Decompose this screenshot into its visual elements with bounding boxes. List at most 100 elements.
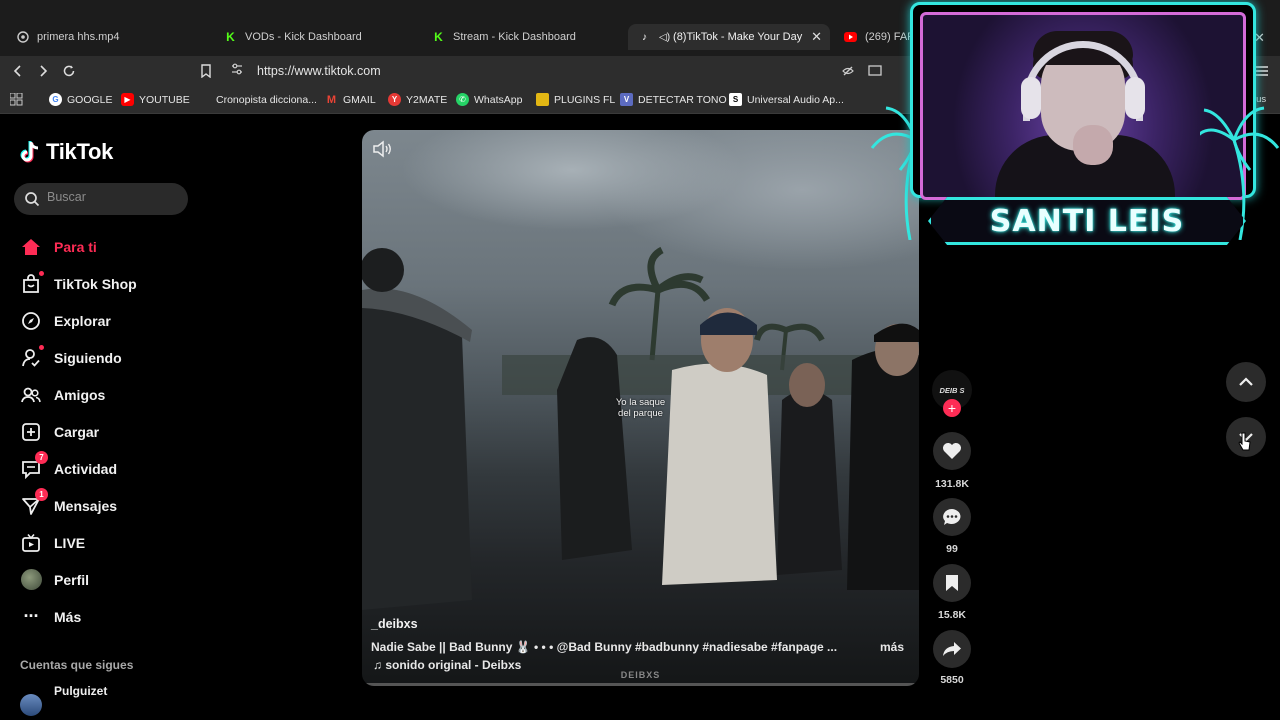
tab-title: VODs - Kick Dashboard: [245, 31, 362, 43]
heart-icon: [943, 443, 961, 459]
following-account[interactable]: Pulguizet: [20, 682, 107, 716]
messages-icon: 1: [20, 487, 48, 517]
y2mate-icon: Y: [388, 93, 401, 106]
bookmark-icon: [201, 64, 211, 78]
caption-more-link[interactable]: más: [880, 640, 904, 654]
save-button[interactable]: [933, 564, 971, 602]
previous-video-button[interactable]: [1226, 362, 1266, 402]
friends-icon: [20, 384, 42, 406]
bookmark-y2mate[interactable]: Y Y2MATE: [388, 93, 447, 106]
like-count: 131.8K: [935, 478, 969, 490]
universal-audio-icon: S: [729, 93, 742, 106]
gmail-icon: M: [326, 93, 337, 106]
save-count: 15.8K: [937, 609, 967, 621]
video-author[interactable]: _deibxs: [371, 617, 911, 631]
follow-button[interactable]: +: [943, 399, 961, 417]
messages-badge: 1: [35, 487, 48, 501]
folder-icon: [536, 93, 549, 106]
sidebar-item-explorar[interactable]: Explorar: [20, 302, 200, 339]
sidebar-item-para-ti[interactable]: Para ti: [20, 228, 200, 265]
search-icon: [24, 191, 40, 212]
streamer-name: SANTI LEIS: [989, 203, 1185, 239]
tab-title: Stream - Kick Dashboard: [453, 31, 576, 43]
reload-button[interactable]: [59, 61, 79, 81]
video-player[interactable]: Yo la saque del parque DEIBXS: [362, 130, 919, 686]
volume-icon[interactable]: [372, 140, 394, 163]
kick-icon: K: [434, 30, 443, 44]
sidebar-nav: Para ti TikTok Shop Explorar Siguiendo A…: [20, 228, 200, 635]
back-button[interactable]: [8, 61, 28, 81]
share-button[interactable]: [933, 630, 971, 668]
brand-name: TikTok: [46, 139, 114, 164]
like-button[interactable]: [933, 432, 971, 470]
no-tracking-icon[interactable]: [838, 61, 858, 81]
search-input[interactable]: [47, 190, 177, 204]
share-icon: [943, 642, 961, 656]
address-bar[interactable]: https://www.tiktok.com: [224, 58, 924, 84]
youtube-icon: [844, 31, 857, 44]
bookmark-whatsapp[interactable]: ✆ WhatsApp: [456, 93, 522, 106]
bookmark-detectar-tono[interactable]: V DETECTAR TONO: [620, 93, 727, 106]
bookmark-youtube[interactable]: ▶ YOUTUBE: [121, 93, 190, 106]
comment-button[interactable]: [933, 498, 971, 536]
following-section-title: Cuentas que sigues: [20, 658, 134, 672]
sidebar-item-mensajes[interactable]: 1 Mensajes: [20, 487, 200, 524]
youtube-icon: ▶: [121, 93, 134, 106]
chevron-up-icon: [1239, 377, 1253, 386]
bookmark-google[interactable]: G GOOGLE: [49, 93, 113, 106]
activity-icon: 7: [20, 450, 48, 480]
sidebar-item-cargar[interactable]: Cargar: [20, 413, 200, 450]
account-name: Pulguizet: [54, 684, 108, 698]
tab-title: primera hhs.mp4: [37, 31, 120, 43]
sidebar-item-amigos[interactable]: Amigos: [20, 376, 200, 413]
sidebar-item-actividad[interactable]: 7 Actividad: [20, 450, 200, 487]
browser-tab[interactable]: K VODs - Kick Dashboard: [216, 24, 416, 50]
browser-tab-active[interactable]: ♪ ◁) (8)TikTok - Make Your Day ✕: [628, 24, 830, 50]
bookmark-plugins-fl[interactable]: PLUGINS FL: [536, 93, 615, 106]
bookmark-icon: [946, 575, 958, 591]
apps-grid-icon[interactable]: [9, 92, 23, 111]
page-icon: [198, 93, 211, 106]
sidebar-item-tiktok-shop[interactable]: TikTok Shop: [20, 265, 200, 302]
video-music[interactable]: ♫ sonido original - Deibxs: [373, 658, 521, 672]
site-settings-icon[interactable]: [230, 62, 248, 80]
video-subtitle: Yo la saque del parque: [615, 397, 666, 419]
v-icon: V: [620, 93, 633, 106]
webcam-overlay: SANTI LEIS: [870, 0, 1280, 250]
browser-tab[interactable]: primera hhs.mp4: [8, 24, 208, 50]
home-icon: [20, 236, 42, 258]
whatsapp-icon: ✆: [456, 93, 469, 106]
sidebar-item-live[interactable]: LIVE: [20, 524, 200, 561]
comment-count: 99: [946, 543, 958, 555]
video-info: _deibxs Nadie Sabe || Bad Bunny 🐰 • • • …: [371, 617, 911, 672]
tiktok-icon: [20, 141, 39, 163]
reload-icon: [63, 65, 75, 77]
tab-title: (8)TikTok - Make Your Day: [673, 31, 803, 43]
forward-arrow-icon: [40, 65, 48, 77]
bookmark-universal-audio[interactable]: S Universal Audio Ap...: [729, 93, 844, 106]
profile-avatar: [20, 569, 42, 591]
tiktok-icon: ♪: [642, 31, 647, 43]
following-icon: [20, 344, 44, 369]
bookmark-cronopista[interactable]: Cronopista dicciona...: [198, 93, 317, 106]
sidebar-item-mas[interactable]: ··· Más: [20, 598, 200, 635]
video-caption: Nadie Sabe || Bad Bunny 🐰 • • • @Bad Bun…: [371, 640, 838, 654]
google-icon: G: [49, 93, 62, 106]
sidebar-item-siguiendo[interactable]: Siguiendo: [20, 339, 200, 376]
search-box[interactable]: [14, 183, 188, 215]
forward-button[interactable]: [33, 61, 53, 81]
bookmark-gmail[interactable]: M GMAIL: [325, 93, 376, 106]
bookmark-button[interactable]: [196, 61, 216, 81]
close-tab-icon[interactable]: ✕: [811, 29, 822, 45]
mouse-cursor-icon: [1238, 432, 1251, 451]
browser-tab[interactable]: K Stream - Kick Dashboard: [424, 24, 624, 50]
url-text: https://www.tiktok.com: [257, 64, 381, 78]
share-count: 5850: [940, 674, 964, 686]
video-progress-bar[interactable]: [366, 683, 915, 686]
compass-icon: [20, 310, 42, 332]
sidebar-item-perfil[interactable]: Perfil: [20, 561, 200, 598]
tiktok-logo[interactable]: TikTok: [20, 139, 113, 165]
upload-icon: [20, 421, 42, 443]
webcam-feed: [920, 12, 1246, 200]
comment-icon: [943, 509, 961, 525]
